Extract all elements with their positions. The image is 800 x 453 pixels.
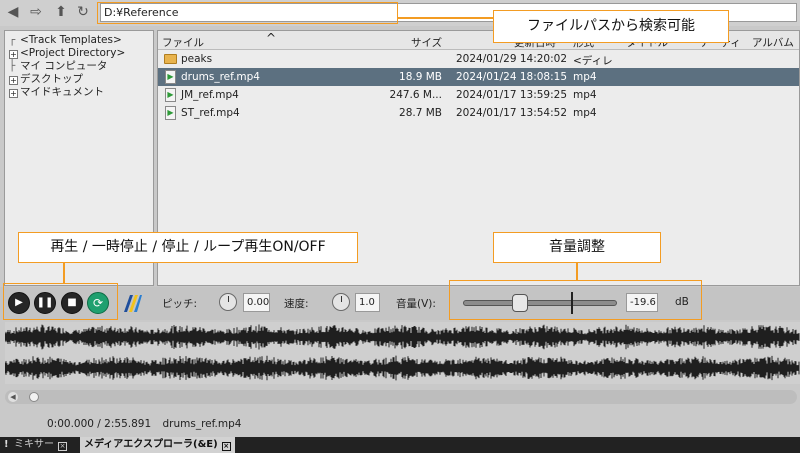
close-icon[interactable]: × (221, 442, 231, 451)
back-icon[interactable]: ◀ (5, 4, 21, 20)
tree-line-icon: ├ (9, 60, 16, 72)
scrollbar-thumb[interactable] (29, 392, 39, 402)
callout-leader-line (397, 17, 493, 19)
file-name: JM_ref.mp4 (181, 89, 239, 101)
column-header-size[interactable]: サイズ (411, 35, 442, 50)
file-name: drums_ref.mp4 (181, 71, 260, 83)
refresh-icon[interactable]: ↻ (75, 4, 91, 20)
file-type: mp4 (573, 71, 597, 83)
file-date: 2024/01/24 18:08:15 (456, 71, 568, 83)
pitch-label: ピッチ: (162, 298, 198, 310)
status-line: 0:00.000 / 2:55.891 drums_ref.mp4 (47, 418, 241, 430)
file-size: 28.7 MB (399, 107, 442, 119)
file-type: mp4 (573, 107, 597, 119)
rate-value[interactable]: 1.0 (355, 293, 380, 312)
file-name: ST_ref.mp4 (181, 107, 240, 119)
forward-icon[interactable]: ⇨ (28, 4, 44, 20)
media-file-icon: ▶ (165, 106, 176, 120)
file-row-peaks[interactable]: peaks 2024/01/29 14:20:02 <ディレ (158, 50, 799, 68)
media-file-icon: ▶ (165, 70, 176, 84)
metronome-icon[interactable] (121, 292, 143, 314)
dock-tab-bar: ! ミキサー × メディアエクスプローラ(&E) × (0, 437, 800, 453)
transport-bar: ▶ ❚❚ ■ ⟳ ピッチ: 0.00 速度: 1.0 音量(V): -19.6 … (0, 280, 800, 320)
tab-mixer[interactable]: ミキサー × (10, 437, 71, 453)
tree-item-my-documents[interactable]: + マイドキュメント (5, 86, 153, 99)
waveform-graphic (5, 324, 800, 381)
rate-label: 速度: (284, 298, 309, 310)
file-date: 2024/01/17 13:59:25 (456, 89, 568, 101)
file-date: 2024/01/29 14:20:02 (456, 53, 568, 65)
callout-leader-line (63, 263, 65, 284)
expand-icon[interactable]: + (9, 50, 18, 59)
callout-playback: 再生 / 一時停止 / 停止 / ループ再生ON/OFF (18, 232, 358, 263)
waveform-channel (5, 324, 800, 350)
file-type: <ディレ (573, 55, 613, 67)
status-file-name: drums_ref.mp4 (162, 418, 242, 430)
file-size: 18.9 MB (399, 71, 442, 83)
tree-item-desktop[interactable]: + デスクトップ (5, 73, 153, 86)
pitch-value[interactable]: 0.00 (243, 293, 270, 312)
callout-path-search: ファイルパスから検索可能 (493, 10, 729, 43)
pitch-knob[interactable] (219, 293, 237, 311)
sort-ascending-icon: ^ (266, 31, 277, 45)
file-type: mp4 (573, 89, 597, 101)
tree-line-icon: ┌ (9, 34, 16, 46)
file-row-jm-ref[interactable]: ▶ JM_ref.mp4 247.6 M... 2024/01/17 13:59… (158, 86, 799, 104)
timeline-scrollbar[interactable]: ◀ (5, 390, 797, 404)
path-highlight (97, 2, 398, 24)
scroll-left-icon[interactable]: ◀ (8, 392, 18, 402)
media-file-icon: ▶ (165, 88, 176, 102)
volume-label: 音量(V): (396, 298, 436, 310)
column-header-name[interactable]: ファイル (162, 35, 204, 50)
file-row-drums-ref[interactable]: ▶ drums_ref.mp4 18.9 MB 2024/01/24 18:08… (158, 68, 799, 86)
column-header-album[interactable]: アルバム (752, 35, 794, 50)
file-size: 247.6 M... (389, 89, 442, 101)
expand-icon[interactable]: + (9, 89, 18, 98)
playback-time: 0:00.000 / 2:55.891 (47, 418, 152, 430)
up-icon[interactable]: ⬆ (53, 4, 69, 20)
file-row-st-ref[interactable]: ▶ ST_ref.mp4 28.7 MB 2024/01/17 13:54:52… (158, 104, 799, 122)
tree-item-my-computer[interactable]: ├ マイ コンピュータ (5, 60, 153, 73)
callout-leader-line (576, 263, 578, 281)
transport-highlight (3, 283, 118, 320)
folder-icon (164, 54, 177, 64)
tree-item-project-directory[interactable]: + <Project Directory> (5, 47, 153, 60)
file-date: 2024/01/17 13:54:52 (456, 107, 568, 119)
close-icon[interactable]: × (58, 442, 67, 451)
rate-knob[interactable] (332, 293, 350, 311)
callout-volume: 音量調整 (493, 232, 661, 263)
expand-icon[interactable]: + (9, 76, 18, 85)
tree-item-track-templates[interactable]: ┌ <Track Templates> (5, 34, 153, 47)
tab-media-explorer[interactable]: メディアエクスプローラ(&E) × (80, 437, 235, 453)
waveform-preview[interactable] (5, 322, 800, 384)
volume-highlight (449, 280, 702, 320)
waveform-channel (5, 355, 800, 381)
file-name: peaks (181, 53, 213, 65)
